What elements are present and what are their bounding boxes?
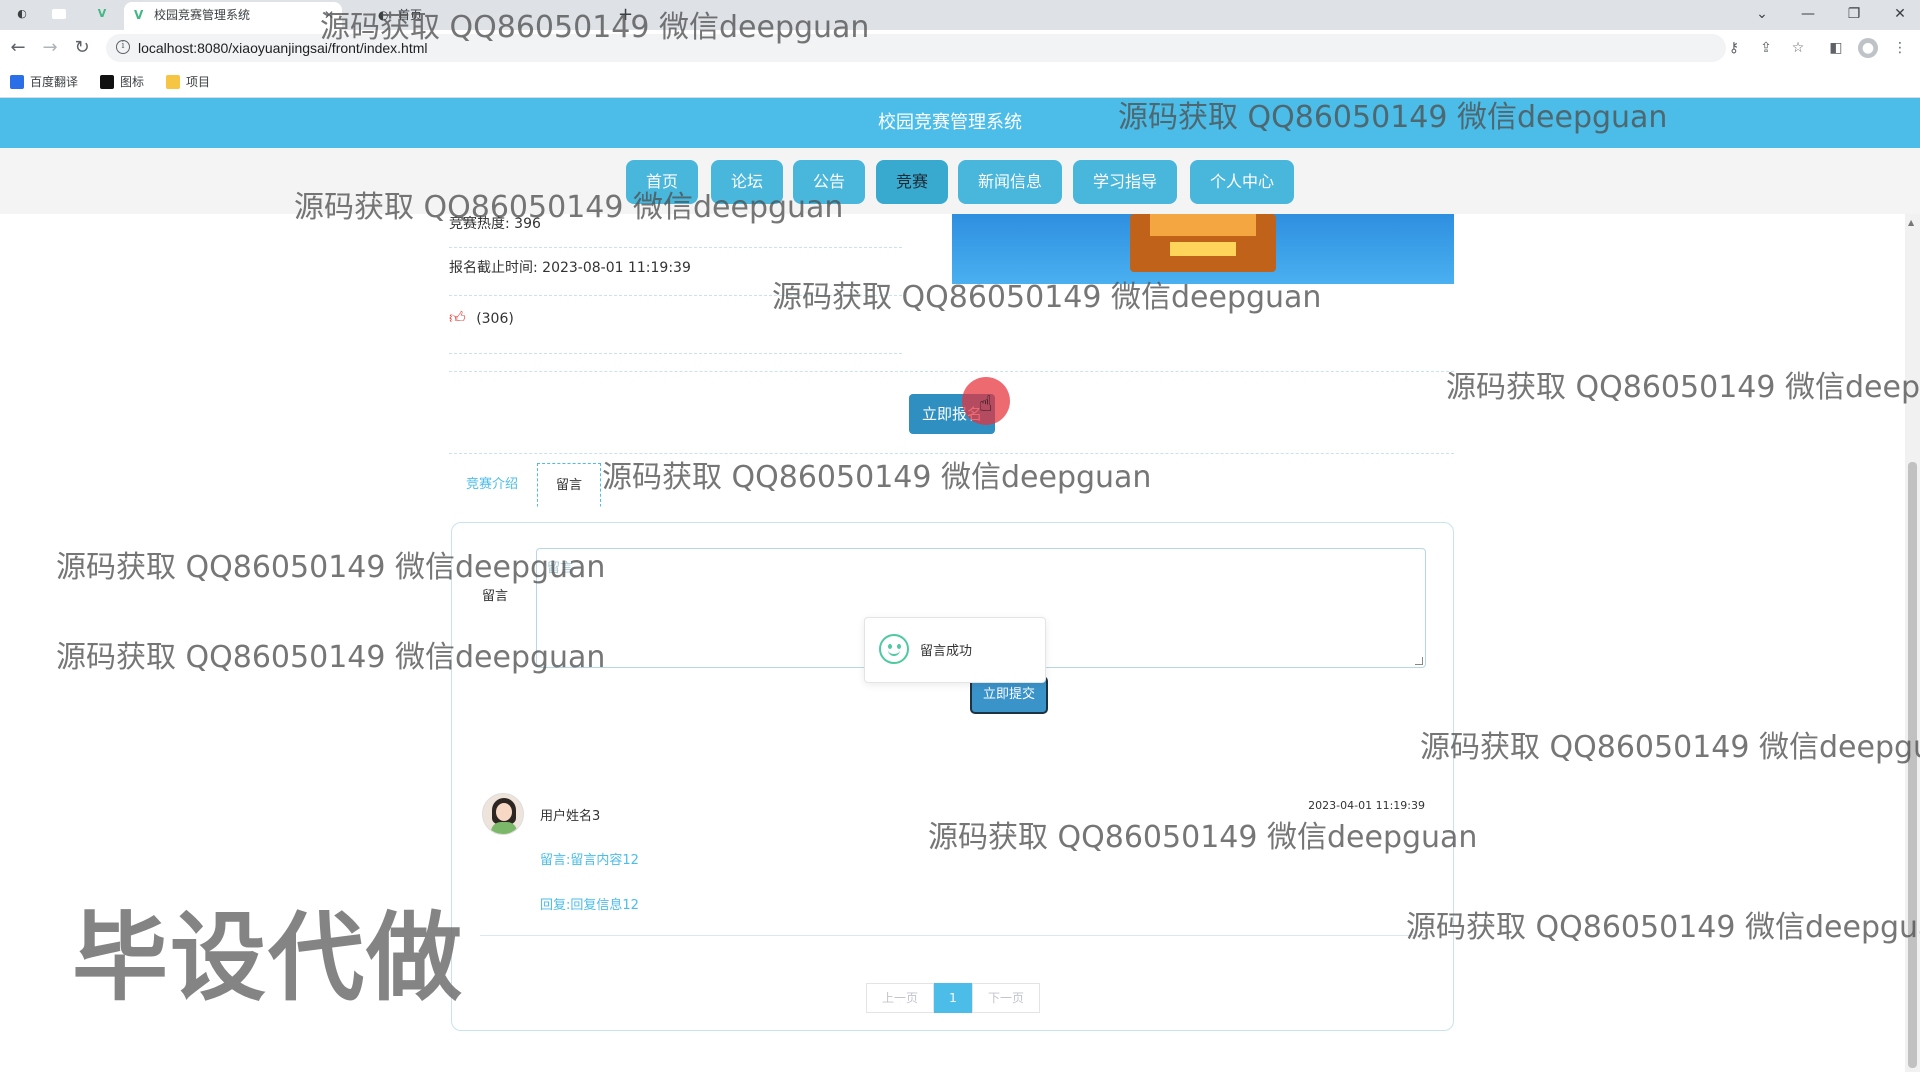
like-count: (306): [476, 311, 514, 327]
success-toast: 留言成功: [864, 617, 1046, 683]
watermark-text: 源码获取 QQ86050149 微信deepguan: [1420, 730, 1920, 765]
back-icon[interactable]: ←: [6, 36, 30, 60]
translate-icon: [10, 75, 24, 89]
watermark-text: 源码获取 QQ86050149 微信deepguan: [56, 640, 606, 675]
browser-tab-bar: ◐ V V 校园竞赛管理系统 ✕ ◐ 首页 ✕ + ⌄ — ❐ ✕: [0, 0, 1920, 30]
tab-message[interactable]: 留言: [537, 463, 601, 507]
share-icon[interactable]: ⇪: [1756, 38, 1776, 58]
watermark-text: 源码获取 QQ86050149 微信deepguan: [602, 460, 1152, 495]
reload-icon[interactable]: ↻: [70, 36, 94, 60]
tab-favicon[interactable]: [52, 9, 66, 19]
smile-icon: [879, 634, 909, 664]
browser-toolbar: ← → ↻ i localhost:8080/xiaoyuanjingsai/f…: [0, 30, 1920, 66]
tab-title: 校园竞赛管理系统: [154, 8, 251, 22]
watermark-text: 源码获取 QQ86050149 微信deepguan: [56, 550, 606, 585]
vue-favicon-icon: V: [134, 8, 144, 22]
menu-icon[interactable]: ⋮: [1890, 38, 1910, 58]
watermark-text: 源码获取 QQ86050149 微信deepguan: [320, 10, 870, 45]
bookmark-label: 图标: [120, 75, 145, 89]
toast-message: 留言成功: [920, 644, 973, 659]
message-panel: 留言 留言 立即提交 留言成功 用户姓名3 2023-04-01 11:19:3…: [451, 522, 1454, 1031]
deadline-text: 报名截止时间: 2023-08-01 11:19:39: [449, 260, 691, 276]
next-page-button[interactable]: 下一页: [972, 983, 1040, 1013]
resize-handle-icon[interactable]: [1415, 657, 1423, 665]
watermark-text: 源码获取 QQ86050149 微信deepguan: [772, 280, 1322, 315]
tab-search-icon[interactable]: ⌄: [1740, 2, 1784, 26]
hand-cursor-icon: ☝: [979, 392, 993, 417]
restore-icon[interactable]: ❐: [1832, 2, 1876, 26]
watermark-text: 源码获取 QQ86050149 微信deepguan: [294, 190, 844, 225]
image-icon: [100, 75, 114, 89]
divider: [449, 371, 1454, 372]
divider: [480, 935, 1426, 936]
comment-reply: 回复:回复信息12: [540, 898, 639, 913]
bookmark-label: 百度翻译: [30, 75, 79, 89]
nav-news[interactable]: 新闻信息: [958, 160, 1062, 204]
nav-personal-center[interactable]: 个人中心: [1190, 160, 1294, 204]
page-number-button[interactable]: 1: [934, 983, 972, 1013]
sidebar-icon[interactable]: ◧: [1826, 38, 1846, 58]
bookmark-item[interactable]: 图标: [98, 72, 144, 92]
main-nav: 首页 论坛 公告 竞赛 新闻信息 学习指导 个人中心: [0, 148, 1920, 214]
profile-icon[interactable]: ●: [1858, 38, 1878, 58]
trophy-graphic: [1150, 214, 1256, 236]
browser-tab-active[interactable]: V 校园竞赛管理系统 ✕: [124, 2, 342, 30]
folder-icon: [166, 75, 180, 89]
comment-timestamp: 2023-04-01 11:19:39: [1308, 799, 1425, 812]
nav-competition[interactable]: 竞赛: [876, 160, 948, 204]
comment-content: 留言:留言内容12: [540, 853, 639, 868]
comment-username: 用户姓名3: [540, 809, 601, 824]
vue-favicon-icon[interactable]: V: [94, 6, 110, 22]
bookmark-item[interactable]: 百度翻译: [8, 72, 78, 92]
watermark-large-text: 毕设代做: [72, 902, 464, 1014]
watermark-text: 源码获取 QQ86050149 微信deepguan: [1118, 100, 1668, 135]
bookmark-item[interactable]: 项目: [164, 72, 210, 92]
close-window-icon[interactable]: ✕: [1878, 2, 1920, 26]
trophy-graphic: [1170, 242, 1236, 256]
watermark-text: 源码获取 QQ86050149 微信deepguan: [1446, 370, 1920, 405]
thumbs-up-icon[interactable]: 👍︎: [449, 308, 466, 327]
message-label: 留言: [482, 589, 509, 604]
avatar: [482, 793, 524, 835]
scroll-up-arrow-icon[interactable]: ▲: [1908, 218, 1914, 227]
star-icon[interactable]: ☆: [1788, 38, 1808, 58]
prev-page-button[interactable]: 上一页: [866, 983, 934, 1013]
forward-icon[interactable]: →: [38, 36, 62, 60]
watermark-text: 源码获取 QQ86050149 微信deepguan: [1406, 910, 1920, 945]
minimize-icon[interactable]: —: [1786, 2, 1830, 26]
key-icon[interactable]: ⚷: [1724, 38, 1744, 58]
watermark-text: 源码获取 QQ86050149 微信deepguan: [928, 820, 1478, 855]
info-icon[interactable]: i: [116, 40, 130, 54]
globe-icon[interactable]: ◐: [14, 6, 30, 22]
nav-study-guide[interactable]: 学习指导: [1073, 160, 1177, 204]
bookmark-label: 项目: [186, 75, 211, 89]
tab-competition-intro[interactable]: 竞赛介绍: [452, 463, 532, 507]
